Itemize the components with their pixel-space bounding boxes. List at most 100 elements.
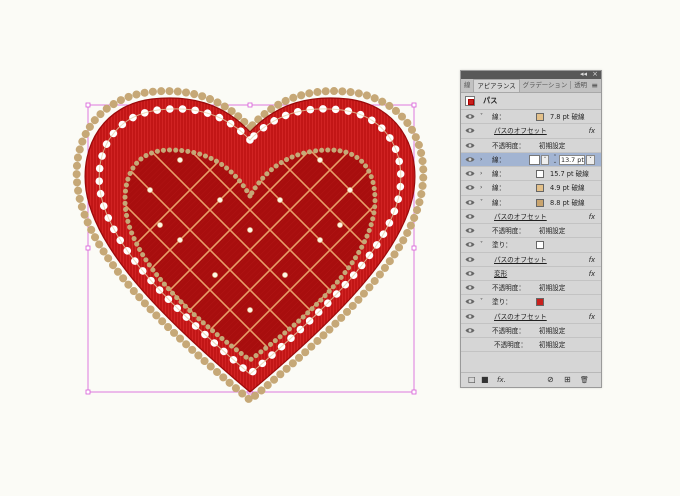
selection-handle[interactable] [85,245,91,251]
color-swatch[interactable] [536,298,544,307]
new-stroke-icon[interactable]: □ [468,375,476,385]
appearance-row[interactable]: ˅ 線： 7.8 pt 破線 [461,110,601,125]
disclosure-triangle-icon[interactable]: › [480,155,482,164]
appearance-row[interactable]: 不透明度： 初期設定 [461,281,601,296]
effect-link[interactable]: パスのオフセット [494,213,547,221]
appearance-row[interactable]: ˅ 線： 8.8 pt 破線 [461,196,601,210]
attribute-label: 線： [492,155,506,164]
visibility-eye-icon[interactable] [465,113,475,120]
appearance-row[interactable]: 不透明度： 初期設定 [461,139,601,153]
appearance-row[interactable]: ˅ 塗り： [461,238,601,253]
visibility-eye-icon[interactable] [465,184,475,191]
tab-gradient[interactable]: グラデーション [520,79,571,92]
tab-transparency[interactable]: 透明 [571,79,590,92]
disclosure-triangle-icon[interactable]: ˅ [480,297,483,306]
visibility-eye-icon[interactable] [465,170,475,177]
disclosure-triangle-icon[interactable]: ˅ [480,198,483,207]
stroke-value[interactable]: 8.8 pt 破線 [550,199,585,207]
appearance-row[interactable]: › 線： 4.9 pt 破線 [461,181,601,196]
fx-icon[interactable]: fx [589,127,595,135]
opacity-label: 不透明度： [492,227,525,235]
selection-handle[interactable] [411,245,417,251]
disclosure-triangle-icon[interactable]: › [480,169,482,178]
appearance-row[interactable]: › 線： ˅ ⌃ ⌄ 13.7 pt ˅ [461,152,601,167]
stroke-value[interactable]: 7.8 pt 破線 [550,113,585,121]
selection-handle[interactable] [411,389,417,395]
visibility-eye-icon[interactable] [465,199,475,206]
appearance-row[interactable]: ˅ 塗り： [461,295,601,310]
effect-link[interactable]: パスのオフセット [494,127,547,135]
fx-icon[interactable]: fx [589,270,595,278]
stroke-value[interactable]: 4.9 pt 破線 [550,184,585,192]
visibility-eye-icon[interactable] [465,213,475,220]
appearance-row[interactable]: 不透明度： 初期設定 [461,224,601,239]
object-header: パス [461,93,601,110]
stroke-value[interactable]: 15.7 pt 破線 [550,170,589,178]
appearance-row[interactable]: 不透明度： 初期設定 [461,338,601,353]
color-swatch[interactable] [536,170,544,178]
selection-handle[interactable] [411,102,417,108]
opacity-value[interactable]: 初期設定 [539,227,565,235]
close-icon[interactable]: × [592,70,598,79]
appearance-row[interactable]: パスのオフセット fx [461,210,601,224]
selection-handle[interactable] [85,102,91,108]
collapse-icon[interactable]: ◂◂ [580,70,587,79]
visibility-eye-icon[interactable] [465,227,475,234]
appearance-row[interactable]: › 線： 15.7 pt 破線 [461,167,601,182]
effect-link[interactable]: パスのオフセット [494,256,547,264]
chevron-down-icon[interactable]: ˅ [541,154,549,165]
clear-icon[interactable]: ⊘ [547,375,554,385]
color-swatch[interactable] [536,241,544,250]
fx-icon[interactable]: fx [589,256,595,264]
opacity-value[interactable]: 初期設定 [539,327,565,335]
disclosure-triangle-icon[interactable]: ˅ [480,240,483,249]
visibility-eye-icon[interactable] [465,284,475,291]
appearance-attribute-list: ˅ 線： 7.8 pt 破線 パスのオフセット fx 不透明度： 初期設定 › 線： ˅ ⌃ ⌄ 13.… [461,110,601,353]
visibility-eye-icon[interactable] [465,156,475,163]
color-swatch[interactable] [536,198,544,207]
visibility-eye-icon[interactable] [465,270,475,277]
visibility-eye-icon[interactable] [465,127,475,134]
appearance-row[interactable]: パスのオフセット fx [461,124,601,139]
attribute-label: 線： [492,184,506,193]
selection-handle[interactable] [247,102,253,108]
stroke-weight-input[interactable]: 13.7 pt [559,154,585,165]
stepper-icon[interactable]: ⌃ ⌄ [552,154,558,165]
appearance-panel[interactable]: ◂◂ × 線 アピアランス グラデーション 透明 ≡ パス ˅ 線： 7.8 pt … [460,70,602,388]
visibility-eye-icon[interactable] [465,241,475,248]
panel-title-bar[interactable]: ◂◂ × [461,70,601,79]
tab-appearance[interactable]: アピアランス [473,79,520,92]
duplicate-icon[interactable]: ⊞ [564,375,571,385]
visibility-eye-icon[interactable] [465,313,475,320]
appearance-row[interactable]: パスのオフセット fx [461,253,601,267]
selection-handle[interactable] [85,389,91,395]
opacity-value[interactable]: 初期設定 [539,284,565,292]
appearance-row[interactable]: 変形 fx [461,267,601,281]
disclosure-triangle-icon[interactable]: ˅ [480,112,483,121]
tab-stroke[interactable]: 線 [461,79,473,92]
visibility-eye-icon[interactable] [465,327,475,334]
appearance-row[interactable]: パスのオフセット fx [461,310,601,324]
fx-icon[interactable]: fx. [497,375,506,385]
visibility-eye-icon[interactable] [465,256,475,263]
trash-icon[interactable]: 🗑 [580,375,589,385]
opacity-label: 不透明度： [492,284,525,292]
effect-link[interactable]: 変形 [494,270,507,278]
object-thumbnail [465,96,475,106]
effect-link[interactable]: パスのオフセット [494,313,547,321]
fx-icon[interactable]: fx [589,313,595,321]
opacity-label: 不透明度： [492,326,525,335]
opacity-value[interactable]: 初期設定 [539,142,565,150]
color-swatch[interactable] [536,113,544,121]
opacity-value[interactable]: 初期設定 [539,341,565,349]
visibility-eye-icon[interactable] [465,298,475,305]
panel-menu-icon[interactable]: ≡ [591,81,598,90]
new-fill-icon[interactable]: ■ [481,375,489,385]
stroke-color-picker[interactable] [529,154,540,165]
color-swatch[interactable] [536,184,544,193]
disclosure-triangle-icon[interactable]: › [480,183,482,192]
chevron-down-icon[interactable]: ˅ [586,154,595,165]
visibility-eye-icon[interactable] [465,142,475,149]
fx-icon[interactable]: fx [589,213,595,221]
appearance-row[interactable]: 不透明度： 初期設定 [461,324,601,338]
